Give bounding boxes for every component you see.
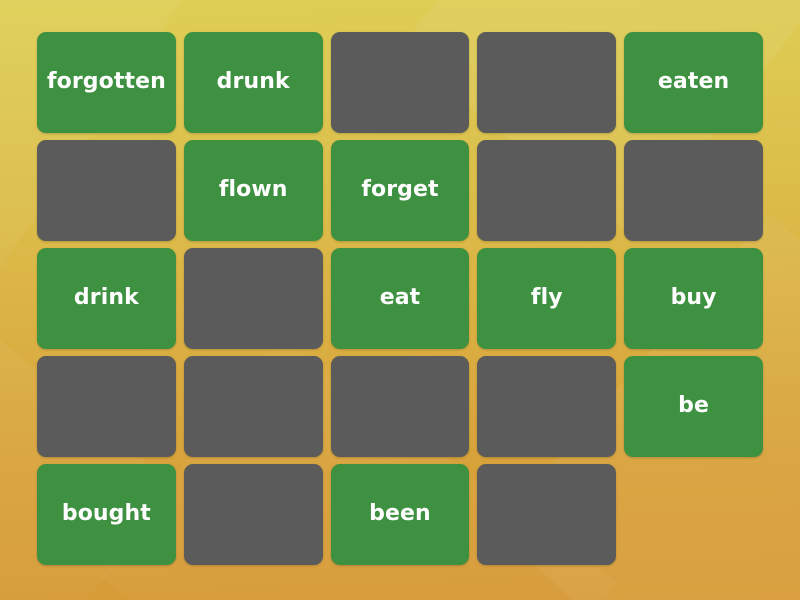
tile-label: drunk (216, 69, 290, 95)
tile-empty-slot (624, 464, 763, 565)
tile-label: fly (530, 285, 563, 311)
tile-r2c3[interactable]: forget (330, 140, 470, 241)
tile-r2c5[interactable] (624, 140, 763, 241)
tile-r1c3[interactable] (330, 32, 470, 133)
tile-label: been (369, 501, 431, 527)
tile-r1c4[interactable] (477, 32, 617, 133)
tile-r3c5[interactable]: buy (624, 248, 763, 349)
tile-r4c1[interactable] (37, 356, 176, 457)
tile-r3c4[interactable]: fly (477, 248, 617, 349)
tile-r1c1[interactable]: forgotten (37, 32, 176, 133)
tile-label: drink (73, 285, 139, 311)
tile-label: eaten (657, 69, 730, 95)
tile-label: forget (361, 177, 439, 203)
tile-label: be (678, 393, 710, 419)
tile-r5c4[interactable] (477, 464, 617, 565)
tile-r5c3[interactable]: been (330, 464, 470, 565)
tile-label: flown (218, 177, 288, 203)
tile-label: buy (670, 285, 717, 311)
tile-r3c3[interactable]: eat (330, 248, 470, 349)
tile-label: forgotten (46, 69, 166, 95)
tile-r4c5[interactable]: be (624, 356, 763, 457)
tile-r4c3[interactable] (330, 356, 470, 457)
matching-pairs-board: forgotten drunk eaten flown forget drink eat fl… (37, 32, 763, 565)
tile-r4c2[interactable] (183, 356, 323, 457)
tile-r3c2[interactable] (183, 248, 323, 349)
tile-r5c1[interactable]: bought (37, 464, 176, 565)
tile-r3c1[interactable]: drink (37, 248, 176, 349)
tile-r2c2[interactable]: flown (183, 140, 323, 241)
tile-r2c4[interactable] (477, 140, 617, 241)
tile-r1c2[interactable]: drunk (183, 32, 323, 133)
tile-r4c4[interactable] (477, 356, 617, 457)
tile-r5c2[interactable] (183, 464, 323, 565)
tile-r1c5[interactable]: eaten (624, 32, 763, 133)
tile-r2c1[interactable] (37, 140, 176, 241)
tile-label: bought (61, 501, 151, 527)
tile-label: eat (379, 285, 421, 311)
